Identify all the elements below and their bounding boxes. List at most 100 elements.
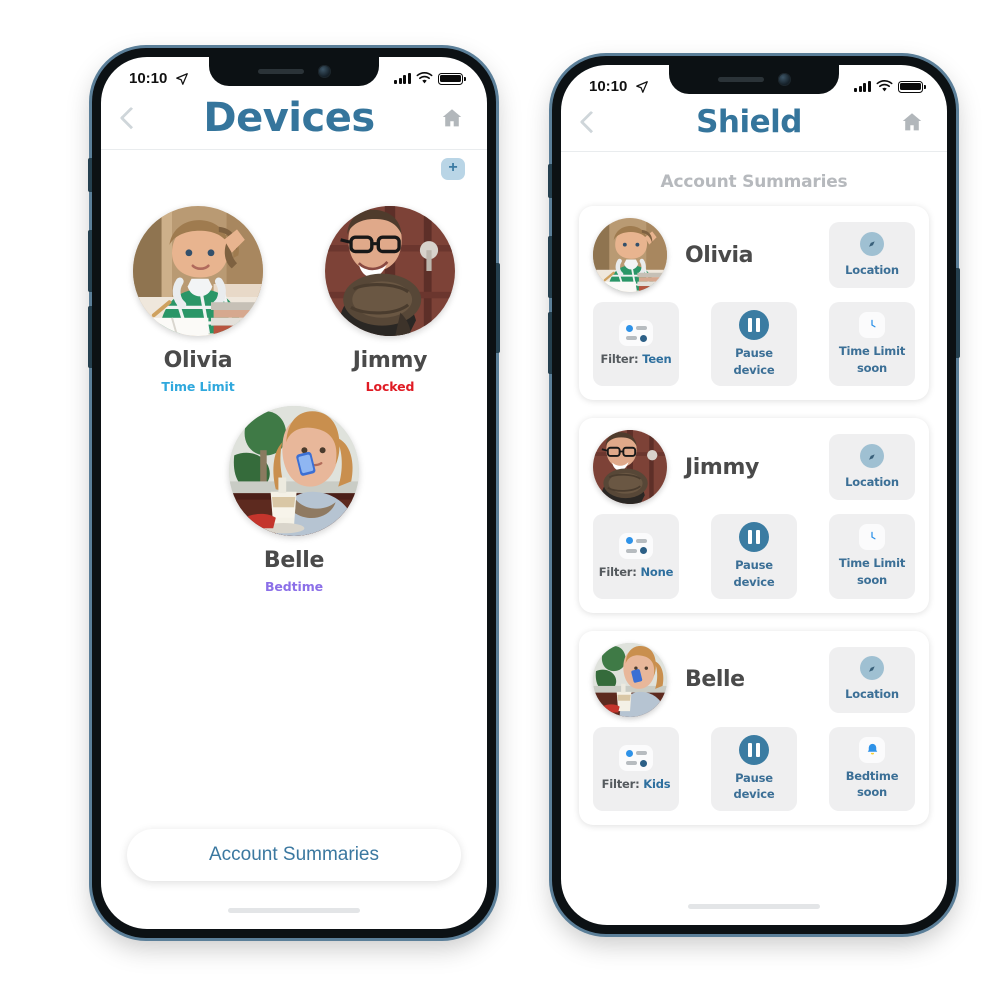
location-button[interactable]: Location — [829, 646, 915, 713]
status-time: 10:10 — [129, 70, 168, 87]
wifi-icon — [416, 72, 433, 84]
left-phone-frame: 10:10 Devices + Olivia Time Limit Jimmy … — [88, 48, 500, 938]
silent-switch-button[interactable] — [548, 164, 552, 198]
device-name: Olivia — [163, 348, 233, 373]
pause-device-button[interactable]: Pause device — [711, 514, 797, 599]
page-title: Shield — [696, 104, 802, 140]
schedule-line1: Time Limit — [838, 556, 906, 571]
pause-device-button[interactable]: Pause device — [711, 302, 797, 387]
device-row-2: Belle Bedtime — [119, 406, 469, 594]
right-status-bar: 10:10 — [561, 65, 947, 95]
screenshot-canvas: 10:10 Devices + Olivia Time Limit Jimmy … — [0, 0, 1000, 1000]
add-device-button[interactable]: + — [441, 158, 465, 180]
account-name: Olivia — [685, 242, 754, 268]
device-name: Jimmy — [352, 348, 428, 373]
wifi-icon — [876, 80, 893, 92]
schedule-line1: Time Limit — [838, 344, 906, 358]
power-button[interactable] — [956, 268, 960, 358]
schedule-button[interactable]: Time Limit soon — [829, 302, 915, 387]
right-phone-frame: 10:10 Shield Account Summaries Olivia Lo… — [548, 56, 960, 934]
pause-device-button[interactable]: Pause device — [711, 726, 797, 812]
pause-label: Pause device — [733, 558, 775, 590]
page-title: Devices — [203, 95, 375, 141]
bell-icon — [859, 736, 885, 763]
silent-switch-button[interactable] — [88, 158, 92, 192]
battery-full-icon — [898, 80, 926, 93]
power-button[interactable] — [496, 263, 500, 353]
filter-sliders-icon — [619, 745, 653, 772]
filter-prefix: Filter: — [601, 777, 640, 792]
filter-sliders-icon — [619, 532, 653, 559]
clock-icon — [859, 524, 885, 551]
card-header: Jimmy Location — [593, 430, 915, 505]
device-status-badge: Bedtime — [264, 579, 324, 594]
home-indicator[interactable] — [688, 904, 820, 909]
device-status-badge: Locked — [365, 379, 415, 394]
location-arrow-icon — [176, 72, 189, 85]
volume-up-button[interactable] — [88, 230, 92, 292]
left-status-bar: 10:10 — [101, 57, 487, 87]
device-card-jimmy[interactable]: Jimmy Locked — [315, 206, 465, 394]
location-button[interactable]: Location — [829, 434, 915, 501]
account-card-belle[interactable]: Belle Location Filter: Kids Pause device… — [579, 630, 929, 826]
olivia-avatar — [133, 206, 263, 336]
location-label: Location — [845, 475, 899, 489]
volume-up-button[interactable] — [548, 236, 552, 298]
section-title: Account Summaries — [660, 172, 848, 192]
filter-button[interactable]: Filter: Kids — [593, 726, 679, 812]
add-device-row: + — [101, 150, 487, 180]
schedule-label: Bedtime soon — [846, 768, 899, 801]
bottom-cta-area: Account Summaries — [101, 829, 487, 881]
cellular-signal-icon — [394, 73, 411, 84]
schedule-line2: soon — [856, 360, 888, 375]
volume-down-button[interactable] — [88, 306, 92, 368]
card-actions: Filter: None Pause device Time Limit soo… — [593, 514, 915, 599]
schedule-button[interactable]: Bedtime soon — [829, 726, 915, 812]
card-actions: Filter: Teen Pause device Time Limit soo… — [593, 302, 915, 387]
home-indicator[interactable] — [228, 908, 360, 913]
schedule-label: Time Limit soon — [839, 555, 905, 588]
jimmy-avatar — [593, 430, 667, 505]
chevron-left-icon[interactable] — [119, 106, 143, 130]
account-summary-list: Olivia Location Filter: Teen Pause devic… — [561, 206, 947, 826]
account-name: Belle — [685, 667, 745, 693]
account-summaries-button[interactable]: Account Summaries — [127, 829, 461, 881]
account-card-olivia[interactable]: Olivia Location Filter: Teen Pause devic… — [579, 206, 929, 401]
schedule-button[interactable]: Time Limit soon — [829, 514, 915, 599]
filter-value: None — [640, 564, 674, 579]
pause-circle-icon — [739, 310, 769, 340]
location-label: Location — [845, 262, 899, 277]
compass-icon — [860, 444, 884, 468]
home-icon[interactable] — [899, 110, 925, 134]
clock-icon — [859, 312, 885, 338]
account-card-jimmy[interactable]: Jimmy Location Filter: None Pause device… — [579, 418, 929, 613]
device-grid: Olivia Time Limit Jimmy Locked Belle Bed… — [101, 180, 487, 594]
device-card-belle[interactable]: Belle Bedtime — [219, 406, 369, 594]
belle-avatar — [229, 406, 359, 536]
schedule-line1: Bedtime — [845, 768, 899, 783]
filter-button[interactable]: Filter: Teen — [593, 302, 679, 387]
location-button[interactable]: Location — [829, 222, 915, 288]
left-phone-screen: 10:10 Devices + Olivia Time Limit Jimmy … — [101, 57, 487, 929]
location-label: Location — [845, 687, 899, 702]
schedule-line2: soon — [856, 573, 888, 588]
status-time: 10:10 — [589, 78, 628, 95]
location-arrow-icon — [636, 80, 649, 93]
filter-value: Teen — [642, 352, 672, 367]
olivia-avatar — [593, 218, 667, 292]
compass-icon — [860, 231, 884, 256]
belle-avatar — [593, 642, 667, 717]
jimmy-avatar — [325, 206, 455, 336]
chevron-left-icon[interactable] — [579, 110, 603, 134]
pause-circle-icon — [739, 734, 769, 765]
pause-label: Pause device — [733, 770, 775, 802]
right-phone-screen: 10:10 Shield Account Summaries Olivia Lo… — [561, 65, 947, 925]
device-card-olivia[interactable]: Olivia Time Limit — [123, 206, 273, 394]
card-header: Belle Location — [593, 642, 915, 717]
card-actions: Filter: Kids Pause device Bedtime soon — [593, 726, 915, 812]
volume-down-button[interactable] — [548, 312, 552, 374]
filter-label: Filter: Kids — [602, 776, 671, 793]
home-icon[interactable] — [439, 106, 465, 130]
compass-icon — [860, 656, 884, 681]
filter-button[interactable]: Filter: None — [593, 514, 679, 599]
